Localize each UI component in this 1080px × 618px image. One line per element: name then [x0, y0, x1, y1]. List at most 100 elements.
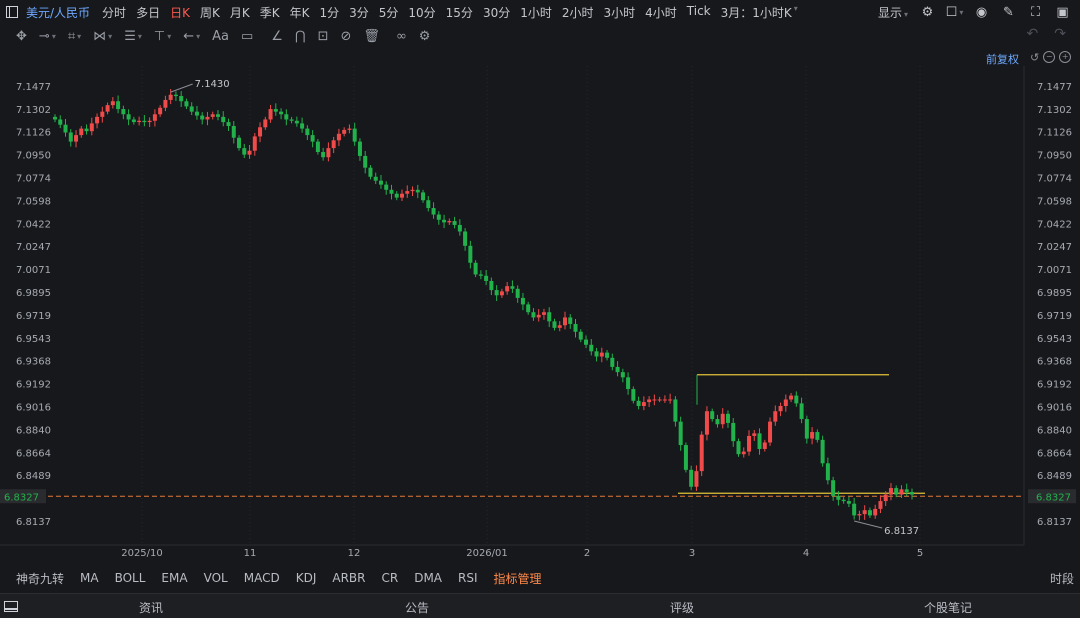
- candle-body: [904, 489, 909, 492]
- candle-body: [237, 137, 242, 149]
- x-tick-label: 2025/10: [121, 548, 163, 559]
- candle-body: [510, 286, 515, 289]
- y-tick-label-left: 7.0071: [16, 265, 51, 276]
- candlestick-chart[interactable]: 7.1477 7.1477 7.1302 7.1302 7.1126 7.1126 7.09…: [0, 0, 1080, 617]
- candle-body: [552, 321, 557, 328]
- tab-rating[interactable]: 评级: [670, 599, 694, 616]
- candle-body: [641, 402, 646, 406]
- candle-body: [615, 366, 620, 373]
- candle-body: [725, 413, 730, 423]
- candle-body: [631, 389, 636, 401]
- candle-body: [247, 150, 252, 155]
- candle-body: [242, 148, 247, 155]
- tab-stock-notes[interactable]: 个股笔记: [924, 599, 972, 616]
- tab-announcements[interactable]: 公告: [405, 599, 429, 616]
- candle-body: [683, 445, 688, 470]
- y-tick-label-left: 6.9192: [16, 380, 51, 391]
- current-price-label-right: 6.8327: [1036, 492, 1071, 503]
- candle-body: [210, 114, 215, 117]
- candle-body: [673, 399, 678, 422]
- y-tick-label-right: 6.9368: [1037, 357, 1072, 368]
- candle-body: [578, 331, 583, 340]
- candle-body: [158, 107, 163, 115]
- indicator-tab[interactable]: EMA: [161, 571, 187, 585]
- footer-tabs: 资讯 公告 评级 个股笔记: [0, 593, 1080, 618]
- candle-body: [541, 312, 546, 315]
- candle-body: [463, 231, 468, 246]
- candle-body: [63, 124, 68, 133]
- x-tick-label: 4: [803, 548, 809, 559]
- y-tick-label-left: 6.8137: [16, 517, 51, 528]
- candle-body: [258, 127, 263, 137]
- indicator-tab[interactable]: BOLL: [115, 571, 146, 585]
- candle-body: [536, 314, 541, 318]
- indicator-tab[interactable]: MA: [80, 571, 99, 585]
- indicator-tab[interactable]: MACD: [244, 571, 280, 585]
- candle-body: [342, 129, 347, 134]
- candle-body: [731, 422, 736, 442]
- candle-body: [752, 433, 757, 436]
- x-tick-label: 2: [584, 548, 590, 559]
- indicator-tab[interactable]: KDJ: [296, 571, 317, 585]
- panel-toggle-icon[interactable]: [4, 600, 18, 612]
- y-tick-label-right: 6.8664: [1037, 448, 1072, 459]
- y-tick-label-right: 7.0247: [1037, 242, 1072, 253]
- candle-body: [873, 508, 878, 516]
- candle-body: [163, 99, 168, 108]
- candle-body: [152, 114, 157, 121]
- low-pointer-line: [854, 520, 883, 529]
- candle-body: [300, 123, 305, 129]
- candle-body: [421, 192, 426, 201]
- candle-body: [505, 286, 510, 292]
- candle-body: [499, 291, 504, 296]
- candle-body: [331, 140, 336, 149]
- indicator-tab[interactable]: VOL: [204, 571, 228, 585]
- candle-body: [573, 323, 578, 332]
- candle-body: [636, 400, 641, 406]
- candle-body: [305, 128, 310, 136]
- y-tick-label-right: 6.9543: [1037, 334, 1072, 345]
- candle-body: [184, 101, 189, 107]
- x-tick-label: 12: [348, 548, 361, 559]
- y-tick-label-right: 7.0422: [1037, 219, 1072, 230]
- candle-body: [74, 135, 79, 142]
- candle-body: [736, 441, 741, 455]
- session-button[interactable]: 时段: [1050, 570, 1074, 587]
- indicator-tab[interactable]: RSI: [458, 571, 478, 585]
- y-tick-label-right: 6.8489: [1037, 471, 1072, 482]
- candle-body: [116, 101, 121, 110]
- y-tick-label-left: 7.0422: [16, 219, 51, 230]
- y-tick-label-right: 6.9192: [1037, 380, 1072, 391]
- candle-body: [783, 399, 788, 406]
- candle-body: [100, 111, 105, 117]
- indicator-tab[interactable]: ARBR: [332, 571, 365, 585]
- tab-news[interactable]: 资讯: [139, 599, 163, 616]
- candle-body: [704, 411, 709, 435]
- candle-body: [789, 395, 794, 400]
- y-tick-label-right: 6.9895: [1037, 288, 1072, 299]
- candle-body: [273, 109, 278, 112]
- candle-body: [142, 120, 147, 123]
- current-price-label-left: 6.8327: [4, 492, 39, 503]
- low-price-label: 6.8137: [884, 526, 919, 537]
- high-pointer-line: [170, 83, 193, 93]
- candle-body: [457, 224, 462, 232]
- candle-body: [768, 421, 773, 443]
- y-tick-label-right: 7.1126: [1037, 128, 1072, 139]
- high-price-label: 7.1430: [195, 79, 230, 90]
- candle-body: [841, 499, 846, 502]
- indicator-tab[interactable]: 神奇九转: [16, 570, 64, 587]
- indicator-tab[interactable]: DMA: [414, 571, 442, 585]
- candle-body: [562, 317, 567, 326]
- candle-body: [557, 325, 562, 328]
- y-tick-label-left: 6.9895: [16, 288, 51, 299]
- y-tick-label-left: 6.9543: [16, 334, 51, 345]
- candle-body: [221, 116, 226, 123]
- candle-body: [883, 494, 888, 502]
- y-tick-label-left: 6.8489: [16, 471, 51, 482]
- candle-body: [747, 435, 752, 452]
- indicator-tab[interactable]: 指标管理: [494, 570, 542, 587]
- candle-body: [478, 274, 483, 276]
- candle-body: [394, 193, 399, 198]
- indicator-tab[interactable]: CR: [381, 571, 398, 585]
